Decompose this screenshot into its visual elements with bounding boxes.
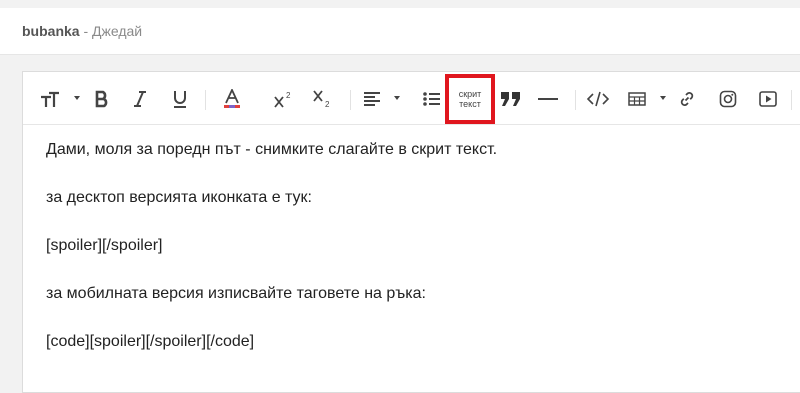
font-size-button[interactable] [39, 84, 61, 114]
table-icon [628, 92, 646, 106]
code-button[interactable] [585, 84, 611, 114]
toolbar-separator [205, 90, 206, 110]
svg-text:2: 2 [325, 100, 330, 108]
subscript-button[interactable]: 2 [310, 84, 334, 114]
text-color-button[interactable] [220, 84, 244, 114]
user-rank: Джедай [92, 23, 143, 39]
spoiler-button-label-line1: скрит [458, 89, 482, 99]
editor-content[interactable]: Дами, моля за поредн път - снимките слаг… [46, 140, 786, 380]
subscript-icon: 2 [312, 90, 332, 108]
spoiler-button[interactable]: скрит текст [445, 74, 495, 124]
italic-icon [133, 90, 147, 108]
table-button[interactable] [626, 84, 648, 114]
align-left-icon [363, 91, 381, 107]
align-dropdown-caret[interactable] [394, 96, 400, 100]
text-color-icon [223, 89, 241, 109]
content-line: [spoiler][/spoiler] [46, 237, 163, 254]
toolbar-separator [575, 90, 576, 110]
content-line: за мобилната версия изписвайте таговете … [46, 285, 426, 302]
video-play-icon [759, 91, 777, 107]
bulleted-list-button[interactable] [421, 84, 443, 114]
font-size-dropdown-caret[interactable] [74, 96, 80, 100]
italic-button[interactable] [129, 84, 151, 114]
video-button[interactable] [757, 84, 779, 114]
instagram-button[interactable] [717, 84, 739, 114]
link-button[interactable] [676, 84, 698, 114]
superscript-button[interactable]: 2 [271, 84, 295, 114]
editor-toolbar: 2 2 скрит текст [23, 72, 800, 125]
horizontal-line-button[interactable] [536, 84, 560, 114]
breadcrumb-separator: - [79, 23, 93, 39]
underline-icon [172, 90, 188, 108]
align-button[interactable] [361, 84, 383, 114]
horizontal-line-icon [538, 97, 558, 101]
svg-text:2: 2 [286, 91, 291, 100]
toolbar-separator [791, 90, 792, 110]
rich-text-editor[interactable]: 2 2 скрит текст Дами, моля за поредн път… [22, 71, 800, 393]
content-line: за десктоп версията иконката е тук: [46, 189, 312, 206]
username-link[interactable]: bubanka [22, 23, 80, 39]
font-size-icon [40, 90, 60, 108]
spoiler-button-label-line2: текст [459, 99, 481, 109]
table-dropdown-caret[interactable] [660, 96, 666, 100]
quote-button[interactable] [499, 84, 523, 114]
post-header: bubanka - Джедай [0, 8, 800, 55]
toolbar-separator [350, 90, 351, 110]
content-line: Дами, моля за поредн път - снимките слаг… [46, 141, 498, 158]
quote-icon [500, 91, 522, 107]
superscript-icon: 2 [273, 90, 293, 108]
content-line: [code][spoiler][/spoiler][/code] [46, 333, 255, 350]
link-icon [678, 90, 696, 108]
code-icon [586, 91, 610, 107]
bold-button[interactable] [91, 84, 113, 114]
breadcrumb: bubanka - Джедай [22, 23, 142, 39]
bulleted-list-icon [423, 91, 441, 107]
instagram-icon [719, 90, 737, 108]
bold-icon [95, 90, 109, 108]
underline-button[interactable] [169, 84, 191, 114]
